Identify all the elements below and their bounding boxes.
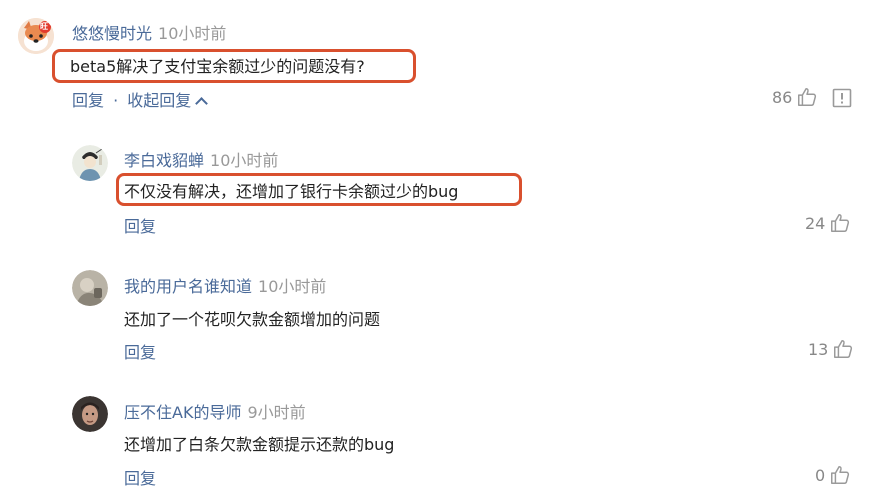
avatar[interactable] <box>72 270 108 306</box>
comment-author[interactable]: 悠悠慢时光 10小时前 <box>72 20 226 44</box>
chevron-up-icon <box>195 97 209 110</box>
author-name[interactable]: 压不住AK的导师 <box>124 403 241 422</box>
comment-author[interactable]: 我的用户名谁知道 10小时前 <box>124 273 326 297</box>
avatar[interactable] <box>72 396 108 432</box>
comment-author[interactable]: 李白戏貂蝉 10小时前 <box>124 147 278 171</box>
author-name[interactable]: 我的用户名谁知道 <box>124 277 252 296</box>
collapse-replies-label: 收起回复 <box>127 91 192 110</box>
comment-author[interactable]: 压不住AK的导师 9小时前 <box>124 399 306 423</box>
thumbs-up-icon <box>834 340 853 358</box>
dog-avatar-icon <box>18 18 54 54</box>
comment-time: 9小时前 <box>247 403 306 422</box>
avatar-badge-text: 旺 <box>40 22 48 31</box>
reply-button[interactable]: 回复 <box>124 213 156 237</box>
thumbs-up-icon <box>831 214 850 232</box>
like-button[interactable]: 24 <box>805 212 851 234</box>
report-icon[interactable] <box>832 88 852 108</box>
reply-button[interactable]: 回复 <box>124 465 156 489</box>
comment-time: 10小时前 <box>210 151 279 170</box>
person-avatar-icon <box>72 396 108 432</box>
like-button[interactable]: 13 <box>808 338 854 360</box>
avatar[interactable]: 旺 <box>18 18 54 54</box>
thumbs-up-icon <box>831 466 850 484</box>
reply-button[interactable]: 回复 <box>72 91 104 110</box>
reply-actions: 回复 · 收起回复 <box>72 87 209 111</box>
like-count: 0 <box>815 465 826 485</box>
comment-text: 还加了一个花呗欠款金额增加的问题 <box>124 310 381 329</box>
comment-text: 还增加了白条欠款金额提示还款的bug <box>124 435 395 454</box>
collapse-replies-button[interactable]: 收起回复 <box>127 91 209 110</box>
action-separator: · <box>113 91 119 110</box>
like-count: 13 <box>808 339 829 359</box>
like-count: 86 <box>772 87 793 107</box>
reply-button[interactable]: 回复 <box>124 339 156 363</box>
avatar[interactable] <box>72 145 108 181</box>
comment-text: beta5解决了支付宝余额过少的问题没有? <box>70 57 365 76</box>
scholar-avatar-icon <box>72 145 108 181</box>
like-count: 24 <box>805 213 826 233</box>
comment-text: 不仅没有解决，还增加了银行卡余额过少的bug <box>124 182 459 201</box>
thumbs-up-icon <box>798 88 817 106</box>
photo-avatar-icon <box>72 270 108 306</box>
author-name[interactable]: 悠悠慢时光 <box>72 24 152 43</box>
comment-time: 10小时前 <box>158 24 227 43</box>
like-button[interactable]: 0 <box>815 464 851 486</box>
author-name[interactable]: 李白戏貂蝉 <box>124 151 204 170</box>
like-button[interactable]: 86 <box>772 86 818 108</box>
comment-time: 10小时前 <box>258 277 327 296</box>
